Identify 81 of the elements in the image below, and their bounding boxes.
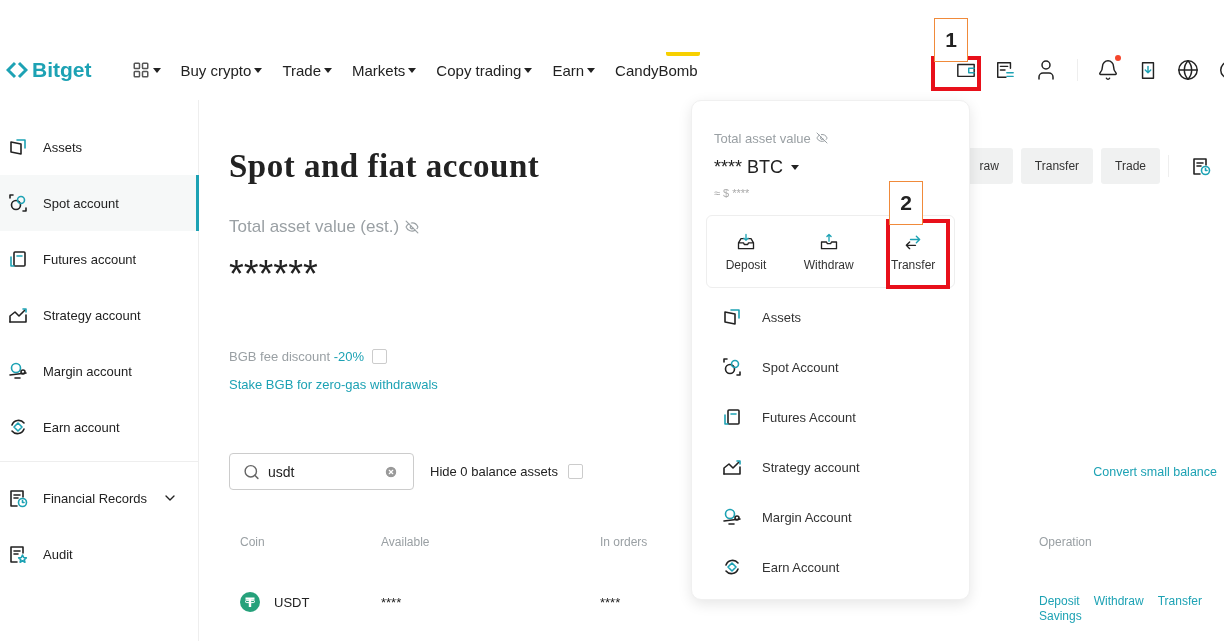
total-label: Total asset value (est.)	[229, 217, 400, 237]
account-icon	[722, 407, 742, 427]
nav-item[interactable]: Trade	[282, 61, 332, 79]
clear-icon[interactable]	[384, 464, 398, 479]
popup-action[interactable]: Transfer	[885, 230, 942, 273]
caret-icon	[254, 67, 263, 73]
column-header: Operation	[1039, 535, 1092, 549]
popup-action[interactable]: Deposit	[719, 230, 773, 273]
eye-off-icon[interactable]	[405, 220, 420, 234]
coin-icon	[240, 592, 260, 612]
dropdown-item[interactable]: Futures Account	[706, 392, 955, 442]
account-icon	[8, 193, 28, 213]
usd-value: ≈ $ ****	[713, 187, 751, 201]
account-icon	[8, 305, 28, 325]
table-cell: ****	[381, 594, 402, 610]
total-value: ******	[229, 254, 318, 294]
audit-icon	[8, 544, 28, 564]
column-header: Coin	[240, 535, 265, 549]
popup-action[interactable]: Withdraw	[797, 230, 860, 273]
account-icon	[722, 457, 742, 477]
sidebar-item[interactable]: Futures account	[0, 231, 199, 287]
popup-total-label: Total asset value	[714, 130, 811, 146]
caret-icon[interactable]	[791, 164, 800, 170]
nav-item[interactable]: Copy trading	[436, 61, 533, 79]
logo-icon	[6, 61, 28, 79]
action-button[interactable]: Trade	[1101, 148, 1160, 184]
column-header: Available	[381, 535, 430, 549]
caret-icon	[152, 67, 161, 73]
account-icon	[8, 361, 28, 381]
account-icon	[8, 249, 28, 269]
account-icon	[8, 417, 28, 437]
action-button[interactable]: Transfer	[1020, 148, 1094, 184]
new-badge	[665, 51, 700, 56]
fee-label: BGB fee discount -20%	[229, 348, 365, 364]
inbox-download-icon	[736, 231, 756, 252]
coin-name: USDT	[274, 594, 310, 610]
dropdown-item[interactable]: Assets	[706, 292, 955, 342]
grid-icon	[131, 61, 150, 79]
inbox-upload-icon	[818, 231, 839, 252]
table-cell: ****	[600, 594, 621, 610]
caret-icon	[524, 67, 533, 73]
apps-menu[interactable]	[131, 61, 161, 79]
search-field[interactable]: usdt	[229, 453, 414, 490]
orders-icon[interactable]	[995, 60, 1015, 80]
step-number: 2	[889, 181, 923, 225]
search-icon	[243, 463, 260, 480]
sidebar-item[interactable]: Earn account	[0, 399, 199, 455]
page-title: Spot and fiat account	[229, 147, 540, 185]
nav-item[interactable]: CandyBomb	[615, 61, 698, 79]
record-icon	[1191, 156, 1211, 176]
column-header: In orders	[600, 535, 648, 549]
nav-item[interactable]: Buy crypto	[180, 61, 263, 79]
account-icon	[722, 507, 742, 527]
nav-item[interactable]: Earn	[552, 61, 596, 79]
sidebar-item[interactable]: Spot account	[0, 175, 199, 231]
caret-icon	[408, 67, 417, 73]
caret-icon	[324, 67, 332, 73]
sidebar-item[interactable]: Financial Records	[0, 470, 199, 526]
checkbox[interactable]	[372, 348, 388, 364]
sidebar-item[interactable]: Audit	[0, 526, 199, 582]
hide-zero-label: Hide 0 balance assets	[430, 464, 558, 479]
account-icon	[8, 137, 28, 157]
account-icon	[722, 307, 742, 327]
eye-off-icon[interactable]	[815, 132, 828, 144]
dropdown-item[interactable]: Spot Account	[706, 342, 955, 392]
dropdown-item[interactable]: Strategy account	[706, 442, 955, 492]
logo-text: Bitget	[32, 58, 92, 82]
dropdown-item[interactable]: Earn Account	[706, 542, 955, 592]
account-icon	[722, 357, 742, 377]
popup-total-value: **** BTC	[714, 156, 784, 178]
nav-item[interactable]: Markets	[352, 61, 417, 79]
account-icon	[722, 557, 742, 577]
record-icon	[8, 488, 28, 508]
sidebar-item[interactable]: Strategy account	[0, 287, 199, 343]
checkbox[interactable]	[567, 464, 583, 479]
step-number: 1	[934, 18, 968, 62]
sidebar-item[interactable]: Assets	[0, 119, 199, 175]
caret-icon	[587, 67, 596, 73]
dropdown-item[interactable]: Margin Account	[706, 492, 955, 542]
globe-icon[interactable]	[1177, 59, 1199, 81]
sidebar-item[interactable]: Margin account	[0, 343, 199, 399]
